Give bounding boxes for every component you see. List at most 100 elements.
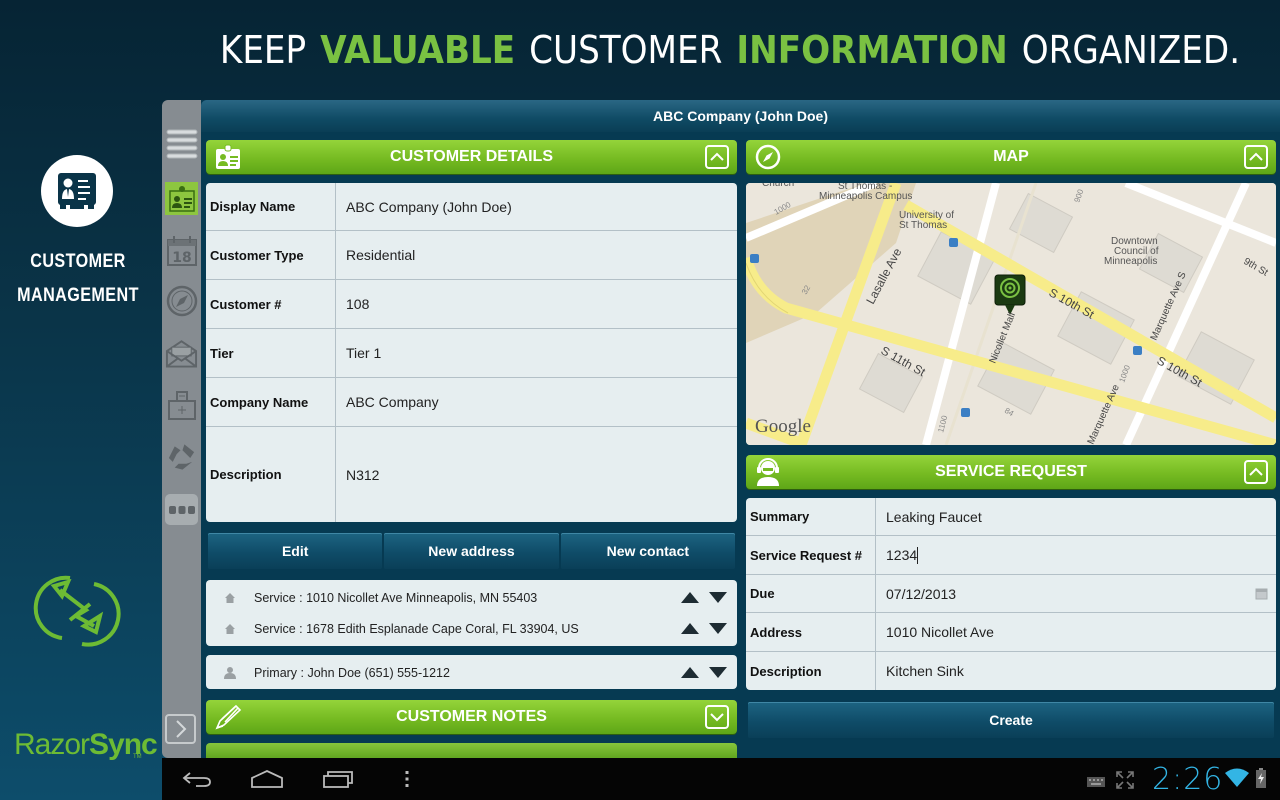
address-text: Service : 1678 Edith Esplanade Cape Cora… (254, 621, 579, 636)
field-value[interactable]: N312 (336, 427, 737, 522)
map-label: Minneapolis Campus (819, 191, 912, 202)
form-row: Due 07/12/2013 (746, 575, 1276, 613)
pencil-icon (214, 704, 242, 730)
section-title: CUSTOMER DETAILS (390, 148, 553, 165)
headline-word: KEEP (219, 28, 307, 72)
field-label: Description (746, 652, 876, 690)
calendar-day: 18 (172, 250, 191, 266)
headline-word: CUSTOMER (529, 28, 723, 72)
form-row: Summary Leaking Faucet (746, 498, 1276, 536)
description-input[interactable]: Kitchen Sink (876, 652, 1276, 690)
trademark: TM (133, 754, 142, 760)
keyboard-icon[interactable] (1087, 774, 1105, 792)
calendar-icon[interactable]: 18 (165, 234, 198, 267)
expand-button[interactable] (705, 705, 729, 729)
table-row: Tier Tier 1 (206, 329, 737, 378)
calendar-icon[interactable] (1255, 587, 1268, 603)
field-label: Description (206, 427, 336, 522)
list-item[interactable]: Service : 1678 Edith Esplanade Cape Cora… (206, 613, 737, 644)
battery-charging-icon (1256, 768, 1266, 793)
nav-rail: 18 (162, 100, 201, 758)
recent-apps-icon[interactable] (322, 770, 354, 793)
address-list: Service : 1010 Nicollet Ave Minneapolis,… (206, 580, 737, 646)
collapse-button[interactable] (1244, 145, 1268, 169)
chevron-up-icon (1249, 467, 1263, 476)
field-label: Display Name (206, 183, 336, 230)
chevron-right-icon[interactable] (165, 714, 196, 744)
menu-lines-icon[interactable] (165, 127, 198, 160)
home-icon (206, 592, 254, 604)
move-up-icon[interactable] (681, 623, 699, 634)
fullscreen-icon[interactable] (1116, 771, 1134, 794)
field-label: Customer Type (206, 231, 336, 279)
headline-word: ORGANIZED. (1021, 28, 1241, 72)
collapse-button[interactable] (705, 145, 729, 169)
customer-notes-header[interactable]: CUSTOMER NOTES (206, 700, 737, 734)
field-value[interactable]: ABC Company (336, 378, 737, 426)
map-view[interactable]: Church St Thomas - Minneapolis Campus Un… (746, 183, 1276, 445)
customer-card-icon (41, 155, 113, 227)
move-up-icon[interactable] (681, 592, 699, 603)
headline-word-highlight: VALUABLE (320, 28, 516, 72)
move-down-icon[interactable] (709, 667, 727, 678)
promo-panel: CUSTOMER MANAGEMENT (0, 100, 160, 800)
map-header[interactable]: MAP (746, 140, 1276, 174)
field-label: Company Name (206, 378, 336, 426)
map-label: Church (762, 183, 794, 189)
compass-icon[interactable] (165, 284, 198, 317)
field-label: Service Request # (746, 536, 876, 574)
section-title: CUSTOMER NOTES (396, 708, 547, 725)
new-address-button[interactable]: New address (384, 533, 559, 569)
collapse-button[interactable] (1244, 460, 1268, 484)
home-icon (206, 623, 254, 635)
field-value[interactable]: 108 (336, 280, 737, 328)
field-value[interactable]: Residential (336, 231, 737, 279)
customer-details-table: Display Name ABC Company (John Doe) Custo… (206, 183, 737, 522)
map-label: St Thomas (899, 220, 947, 231)
service-request-number-input[interactable]: 1234 (876, 536, 1276, 574)
headline-word-highlight: INFORMATION (736, 28, 1008, 72)
marketing-headline: KEEP VALUABLE CUSTOMER INFORMATION ORGAN… (220, 20, 1240, 80)
new-contact-button[interactable]: New contact (560, 533, 735, 569)
contact-list: Primary : John Doe (651) 555-1212 (206, 655, 737, 689)
person-icon (206, 666, 254, 680)
table-row: Company Name ABC Company (206, 378, 737, 427)
chevron-down-icon (710, 713, 724, 722)
more-dots-icon[interactable] (165, 494, 198, 525)
text-cursor (917, 546, 919, 564)
promo-title-line: CUSTOMER (30, 251, 126, 272)
customer-card-icon (214, 144, 242, 170)
clock: 2:26 (1152, 762, 1224, 797)
due-date-input[interactable]: 07/12/2013 (876, 575, 1276, 612)
toolbox-icon[interactable] (165, 388, 198, 421)
address-input[interactable]: 1010 Nicollet Ave (876, 613, 1276, 651)
address-text: Service : 1010 Nicollet Ave Minneapolis,… (254, 590, 538, 605)
service-request-header[interactable]: SERVICE REQUEST (746, 455, 1276, 489)
compass-icon (754, 144, 782, 170)
overflow-menu-icon[interactable] (405, 771, 409, 792)
list-item[interactable]: Primary : John Doe (651) 555-1212 (206, 657, 737, 688)
move-up-icon[interactable] (681, 667, 699, 678)
move-down-icon[interactable] (709, 592, 727, 603)
customer-details-header[interactable]: CUSTOMER DETAILS (206, 140, 737, 174)
field-value[interactable]: Tier 1 (336, 329, 737, 377)
razorsync-logo-icon (10, 560, 150, 670)
sync-icon[interactable] (165, 440, 198, 473)
field-value[interactable]: ABC Company (John Doe) (336, 183, 737, 230)
app-title-bar: ABC Company (John Doe) (201, 100, 1280, 132)
envelope-icon[interactable] (165, 336, 198, 369)
list-item[interactable]: Service : 1010 Nicollet Ave Minneapolis,… (206, 582, 737, 613)
page-title: ABC Company (John Doe) (653, 108, 828, 124)
table-row: Customer #108 (206, 280, 737, 329)
field-label: Tier (206, 329, 336, 377)
home-icon[interactable] (250, 770, 284, 793)
create-button[interactable]: Create (748, 702, 1274, 738)
brand-name-light: Razor (14, 728, 90, 761)
move-down-icon[interactable] (709, 623, 727, 634)
wifi-icon (1225, 768, 1249, 793)
customer-actions: Edit New address New contact (208, 533, 735, 569)
back-icon[interactable] (182, 770, 214, 793)
customer-card-icon[interactable] (165, 182, 198, 215)
summary-input[interactable]: Leaking Faucet (876, 498, 1276, 535)
edit-button[interactable]: Edit (208, 533, 383, 569)
